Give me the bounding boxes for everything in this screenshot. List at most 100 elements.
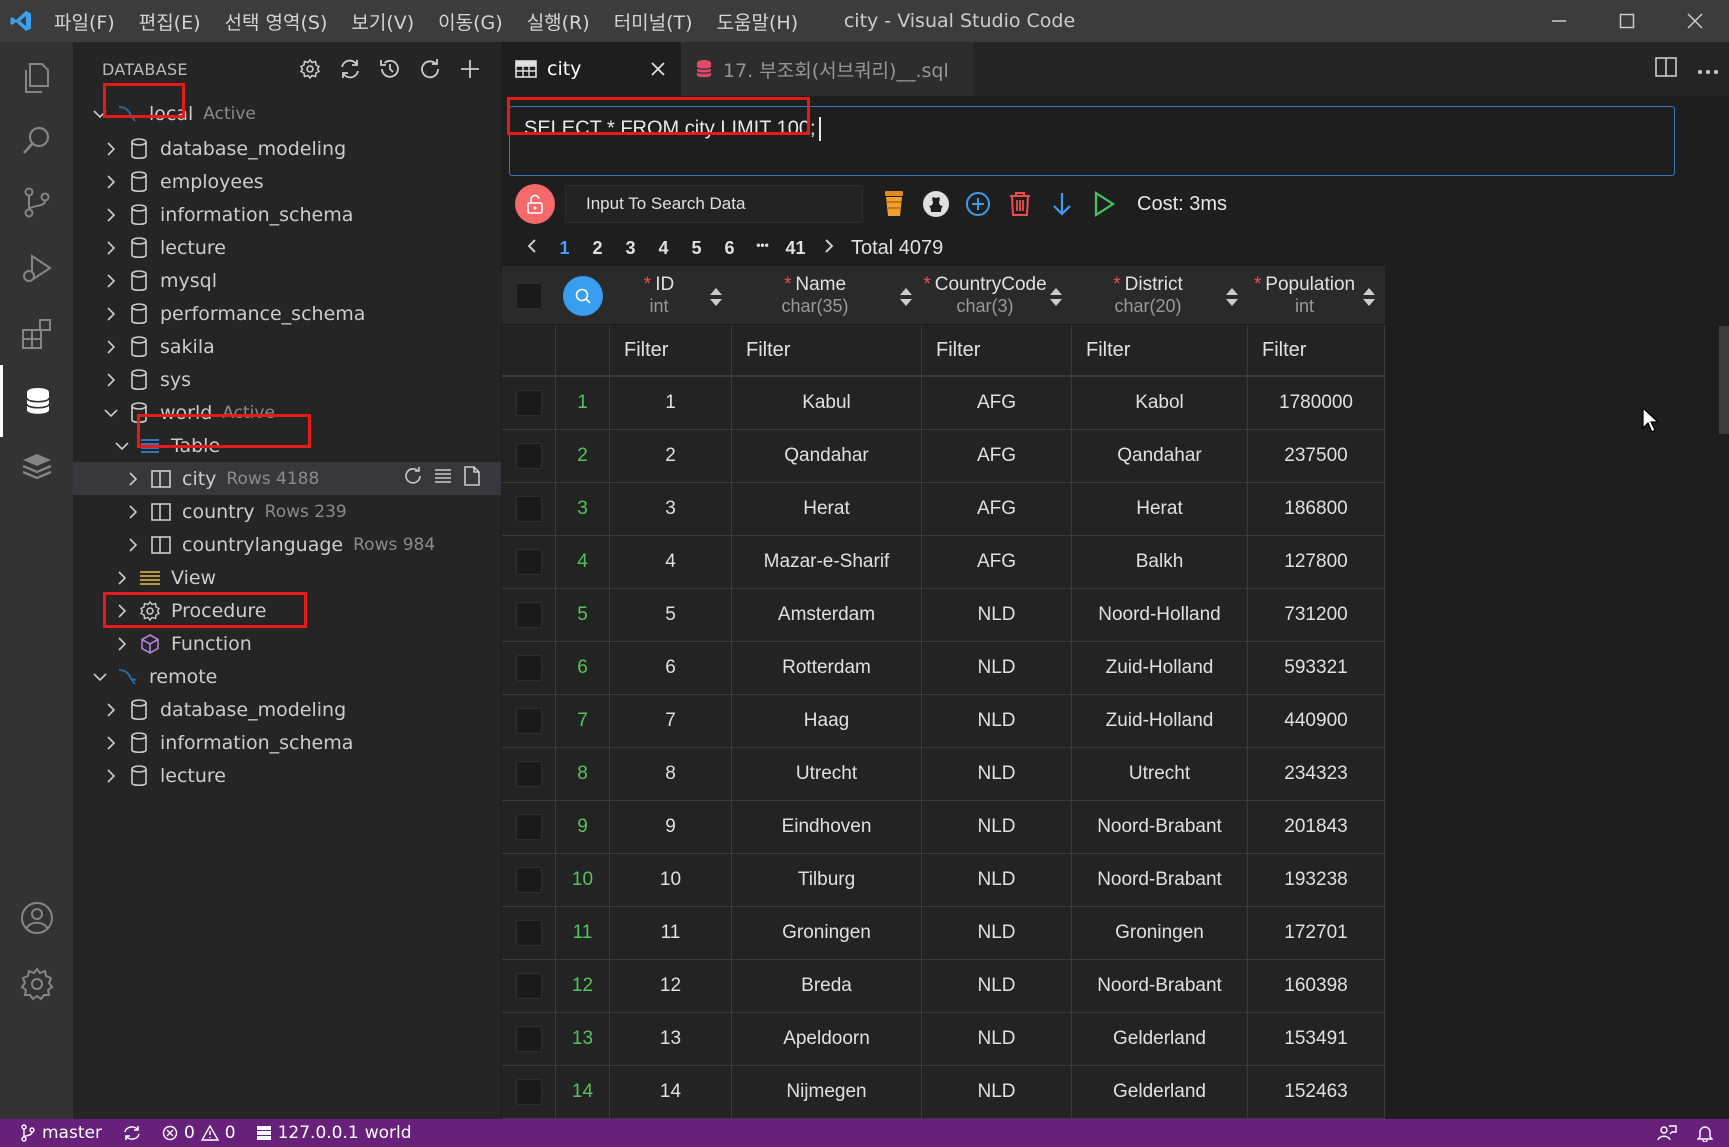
close-window-button[interactable] bbox=[1661, 0, 1729, 42]
column-filter-input[interactable]: Filter bbox=[922, 325, 1072, 375]
table-cell[interactable]: 4 bbox=[610, 536, 732, 588]
table-cell[interactable]: NLD bbox=[922, 589, 1072, 641]
chevron-right-icon[interactable] bbox=[102, 701, 120, 719]
table-row[interactable]: 1 1 Kabul AFG Kabol 1780000 bbox=[502, 377, 1385, 430]
table-cell[interactable]: 234323 bbox=[1248, 748, 1385, 800]
row-number[interactable]: 10 bbox=[556, 854, 610, 906]
search-data-input[interactable]: Input To Search Data bbox=[565, 185, 863, 223]
page-5-button[interactable]: 5 bbox=[680, 238, 713, 259]
column-filter-input[interactable]: Filter bbox=[1072, 325, 1248, 375]
table-cell[interactable]: AFG bbox=[922, 536, 1072, 588]
table-cell[interactable]: NLD bbox=[922, 854, 1072, 906]
tree-item-world[interactable]: world Active bbox=[73, 396, 501, 429]
export-button[interactable] bbox=[1047, 189, 1077, 219]
table-cell[interactable]: Noord-Holland bbox=[1072, 589, 1248, 641]
table-row[interactable]: 2 2 Qandahar AFG Qandahar 237500 bbox=[502, 430, 1385, 483]
extensions-icon[interactable] bbox=[0, 298, 73, 370]
tab-subquery-sql[interactable]: 17. 부조회(서브쿼리)__.sql bbox=[681, 42, 973, 96]
chevron-right-icon[interactable] bbox=[102, 734, 120, 752]
table-row[interactable]: 3 3 Herat AFG Herat 186800 bbox=[502, 483, 1385, 536]
table-cell[interactable]: 5 bbox=[610, 589, 732, 641]
refresh-button[interactable] bbox=[417, 56, 443, 82]
row-checkbox[interactable] bbox=[515, 814, 542, 840]
chevron-right-icon[interactable] bbox=[124, 470, 142, 488]
row-number[interactable]: 1 bbox=[556, 377, 610, 429]
menu-item[interactable]: 선택 영역(S) bbox=[213, 0, 340, 42]
select-all-checkbox[interactable] bbox=[516, 282, 542, 309]
chevron-right-icon[interactable] bbox=[124, 503, 142, 521]
problems-status[interactable]: 0 0 bbox=[162, 1123, 236, 1143]
github-button[interactable] bbox=[921, 189, 951, 219]
table-cell[interactable]: Kabul bbox=[732, 377, 922, 429]
table-cell[interactable]: 186800 bbox=[1248, 483, 1385, 535]
settings-gear-icon[interactable] bbox=[0, 948, 73, 1020]
prev-page-button[interactable] bbox=[515, 238, 548, 259]
chevron-right-icon[interactable] bbox=[102, 173, 120, 191]
table-cell[interactable]: 127800 bbox=[1248, 536, 1385, 588]
chevron-right-icon[interactable] bbox=[113, 602, 131, 620]
chevron-down-icon[interactable] bbox=[91, 668, 109, 686]
source-control-icon[interactable] bbox=[0, 166, 73, 238]
nosql-explorer-icon[interactable] bbox=[0, 430, 73, 502]
sql-query-editor[interactable]: SELECT * FROM city LIMIT 100; bbox=[509, 106, 1675, 176]
table-cell[interactable]: NLD bbox=[922, 801, 1072, 853]
table-cell[interactable]: NLD bbox=[922, 1066, 1072, 1118]
table-row[interactable]: 4 4 Mazar-e-Sharif AFG Balkh 127800 bbox=[502, 536, 1385, 589]
grid-search-button[interactable] bbox=[563, 275, 603, 316]
notifications-button[interactable] bbox=[1697, 1124, 1713, 1142]
chevron-right-icon[interactable] bbox=[102, 338, 120, 356]
table-cell[interactable]: Gelderland bbox=[1072, 1066, 1248, 1118]
page-1-button[interactable]: 1 bbox=[548, 238, 581, 259]
table-cell[interactable]: 9 bbox=[610, 801, 732, 853]
table-cell[interactable]: Balkh bbox=[1072, 536, 1248, 588]
table-cell[interactable]: Nijmegen bbox=[732, 1066, 922, 1118]
tab-city[interactable]: city bbox=[501, 42, 681, 96]
row-number[interactable]: 12 bbox=[556, 960, 610, 1012]
column-header[interactable]: * Population int bbox=[1248, 266, 1361, 325]
table-cell[interactable]: 440900 bbox=[1248, 695, 1385, 747]
db-connection-status[interactable]: 127.0.0.1 world bbox=[256, 1123, 412, 1143]
column-header[interactable]: * CountryCode char(3) bbox=[922, 266, 1048, 325]
column-filter-input[interactable]: Filter bbox=[732, 325, 922, 375]
table-cell[interactable]: Amsterdam bbox=[732, 589, 922, 641]
tab-close-button[interactable] bbox=[647, 58, 669, 80]
table-cell[interactable]: AFG bbox=[922, 430, 1072, 482]
tree-item-remote[interactable]: remote bbox=[73, 660, 501, 693]
table-cell[interactable]: 201843 bbox=[1248, 801, 1385, 853]
table-cell[interactable]: NLD bbox=[922, 748, 1072, 800]
sort-icon[interactable] bbox=[1048, 286, 1064, 308]
page-4-button[interactable]: 4 bbox=[647, 238, 680, 259]
table-cell[interactable]: 8 bbox=[610, 748, 732, 800]
table-cell[interactable]: Groningen bbox=[732, 907, 922, 959]
table-cell[interactable]: NLD bbox=[922, 695, 1072, 747]
table-cell[interactable]: 6 bbox=[610, 642, 732, 694]
row-checkbox[interactable] bbox=[515, 1079, 542, 1105]
table-cell[interactable]: 10 bbox=[610, 854, 732, 906]
row-checkbox[interactable] bbox=[515, 496, 542, 522]
table-cell[interactable]: 160398 bbox=[1248, 960, 1385, 1012]
tree-item-procedure[interactable]: Procedure bbox=[73, 594, 501, 627]
menu-item[interactable]: 편집(E) bbox=[127, 0, 213, 42]
row-checkbox[interactable] bbox=[515, 390, 542, 416]
menu-item[interactable]: 이동(G) bbox=[426, 0, 515, 42]
table-cell[interactable]: 237500 bbox=[1248, 430, 1385, 482]
table-cell[interactable]: 731200 bbox=[1248, 589, 1385, 641]
table-cell[interactable]: Eindhoven bbox=[732, 801, 922, 853]
row-number[interactable]: 14 bbox=[556, 1066, 610, 1118]
table-cell[interactable]: 153491 bbox=[1248, 1013, 1385, 1065]
row-number[interactable]: 7 bbox=[556, 695, 610, 747]
table-cell[interactable]: 172701 bbox=[1248, 907, 1385, 959]
tree-item-function[interactable]: Function bbox=[73, 627, 501, 660]
table-cell[interactable]: Noord-Brabant bbox=[1072, 801, 1248, 853]
page-6-button[interactable]: 6 bbox=[713, 238, 746, 259]
page-3-button[interactable]: 3 bbox=[614, 238, 647, 259]
table-cell[interactable]: 193238 bbox=[1248, 854, 1385, 906]
table-row[interactable]: 10 10 Tilburg NLD Noord-Brabant 193238 bbox=[502, 854, 1385, 907]
chevron-down-icon[interactable] bbox=[102, 404, 120, 422]
row-checkbox[interactable] bbox=[515, 1026, 542, 1052]
table-cell[interactable]: NLD bbox=[922, 642, 1072, 694]
table-cell[interactable]: Qandahar bbox=[1072, 430, 1248, 482]
column-header[interactable]: * District char(20) bbox=[1072, 266, 1224, 325]
run-debug-icon[interactable] bbox=[0, 232, 73, 304]
table-cell[interactable]: Gelderland bbox=[1072, 1013, 1248, 1065]
